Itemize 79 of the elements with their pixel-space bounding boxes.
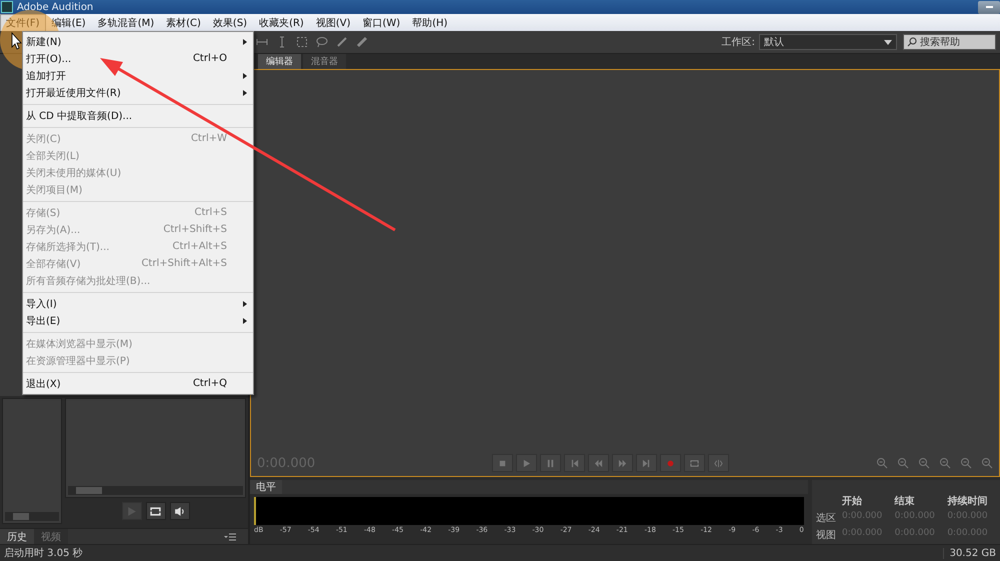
workspace-label: 工作区:	[722, 36, 755, 49]
forward-icon	[618, 458, 627, 468]
row-label: 视图	[816, 528, 837, 542]
scrollbar[interactable]	[68, 486, 243, 495]
pause-button[interactable]	[540, 454, 561, 472]
rewind-button[interactable]	[588, 454, 609, 472]
menu-item[interactable]: 追加打开	[23, 67, 253, 84]
scrollbar[interactable]	[5, 512, 59, 521]
panel-menu-icon[interactable]	[224, 532, 236, 540]
disk-space: 30.52 GB	[942, 548, 996, 558]
row-label: 选区	[816, 512, 837, 525]
menu-item[interactable]: 导入(I)	[23, 295, 253, 312]
submenu-arrow-icon	[243, 90, 247, 96]
menu-item[interactable]: 打开最近使用文件(R)	[23, 84, 253, 101]
menu-item[interactable]: 从 CD 中提取音频(D)...	[23, 107, 253, 124]
play-icon	[126, 506, 137, 516]
column-header: 结束	[894, 494, 916, 508]
level-tab[interactable]: 电平	[250, 480, 282, 494]
record-icon	[666, 458, 675, 468]
cursor-icon	[12, 32, 22, 50]
app-logo-icon	[1, 1, 13, 13]
play-button[interactable]	[516, 454, 537, 472]
menu-item[interactable]: 效果(S)	[206, 14, 254, 32]
zoom-icon[interactable]	[960, 457, 972, 469]
caret-icon	[884, 40, 892, 44]
search-field[interactable]: 搜索帮助	[903, 34, 996, 50]
zoom-icon[interactable]	[981, 457, 993, 469]
zoom-icon[interactable]	[918, 457, 930, 469]
time-selection-icon[interactable]	[256, 36, 268, 48]
submenu-arrow-icon	[243, 300, 247, 306]
menu-item[interactable]: 退出(X) Ctrl+Q	[23, 375, 253, 392]
zoom-icon[interactable]	[939, 457, 951, 469]
end-icon	[642, 458, 651, 468]
column-header: 开始	[842, 494, 863, 508]
menu-item[interactable]: 视图(V)	[310, 14, 356, 32]
forward-button[interactable]	[612, 454, 633, 472]
marquee-icon[interactable]	[296, 36, 308, 48]
record-button[interactable]	[660, 454, 681, 472]
menu-item[interactable]: 多轨混音(M)	[92, 14, 160, 32]
search-icon	[907, 37, 917, 47]
loop-icon	[690, 458, 699, 468]
menu-item[interactable]: 新建(N)	[23, 33, 253, 50]
search-input[interactable]: 搜索帮助	[920, 36, 990, 48]
menu-item[interactable]: 素材(C)	[160, 14, 207, 32]
rewind-icon	[594, 458, 603, 468]
start-button[interactable]	[564, 454, 585, 472]
submenu-arrow-icon	[243, 72, 247, 78]
skip-button[interactable]	[708, 454, 729, 472]
volume-button[interactable]	[170, 502, 190, 520]
window-title: Adobe Audition	[17, 2, 94, 12]
loop-button[interactable]	[146, 502, 166, 520]
stop-icon	[498, 458, 507, 468]
menu-item[interactable]: 窗口(W)	[356, 14, 406, 32]
menu-item[interactable]: 帮助(H)	[406, 14, 454, 32]
start-icon	[570, 458, 579, 468]
speaker-icon	[174, 506, 185, 516]
end-button[interactable]	[636, 454, 657, 472]
submenu-arrow-icon	[243, 318, 247, 324]
column-header: 持续时间	[947, 494, 988, 508]
editor-tab[interactable]: 编辑器	[258, 54, 301, 69]
minimize-button[interactable]	[978, 0, 1000, 14]
menu-item[interactable]: 打开(O)... Ctrl+O	[23, 50, 253, 67]
loop-icon	[150, 506, 161, 516]
status-message: 启动用时 3.05 秒	[4, 546, 83, 560]
stop-button[interactable]	[492, 454, 513, 472]
menu-item[interactable]: 导出(E)	[23, 312, 253, 329]
play-icon	[522, 458, 531, 468]
zoom-icon[interactable]	[876, 457, 888, 469]
bandage-icon[interactable]	[356, 36, 368, 48]
panel-tab[interactable]: 历史	[0, 528, 34, 544]
submenu-arrow-icon	[243, 38, 247, 44]
skip-icon	[714, 458, 723, 468]
lasso-icon[interactable]	[316, 36, 328, 48]
pause-icon	[546, 458, 555, 468]
zoom-icon[interactable]	[897, 457, 909, 469]
menu-item[interactable]: 收藏夹(R)	[253, 14, 310, 32]
workspace-dropdown[interactable]: 默认	[759, 34, 897, 50]
brush-icon[interactable]	[336, 36, 348, 48]
editor-tab[interactable]: 混音器	[303, 54, 346, 69]
